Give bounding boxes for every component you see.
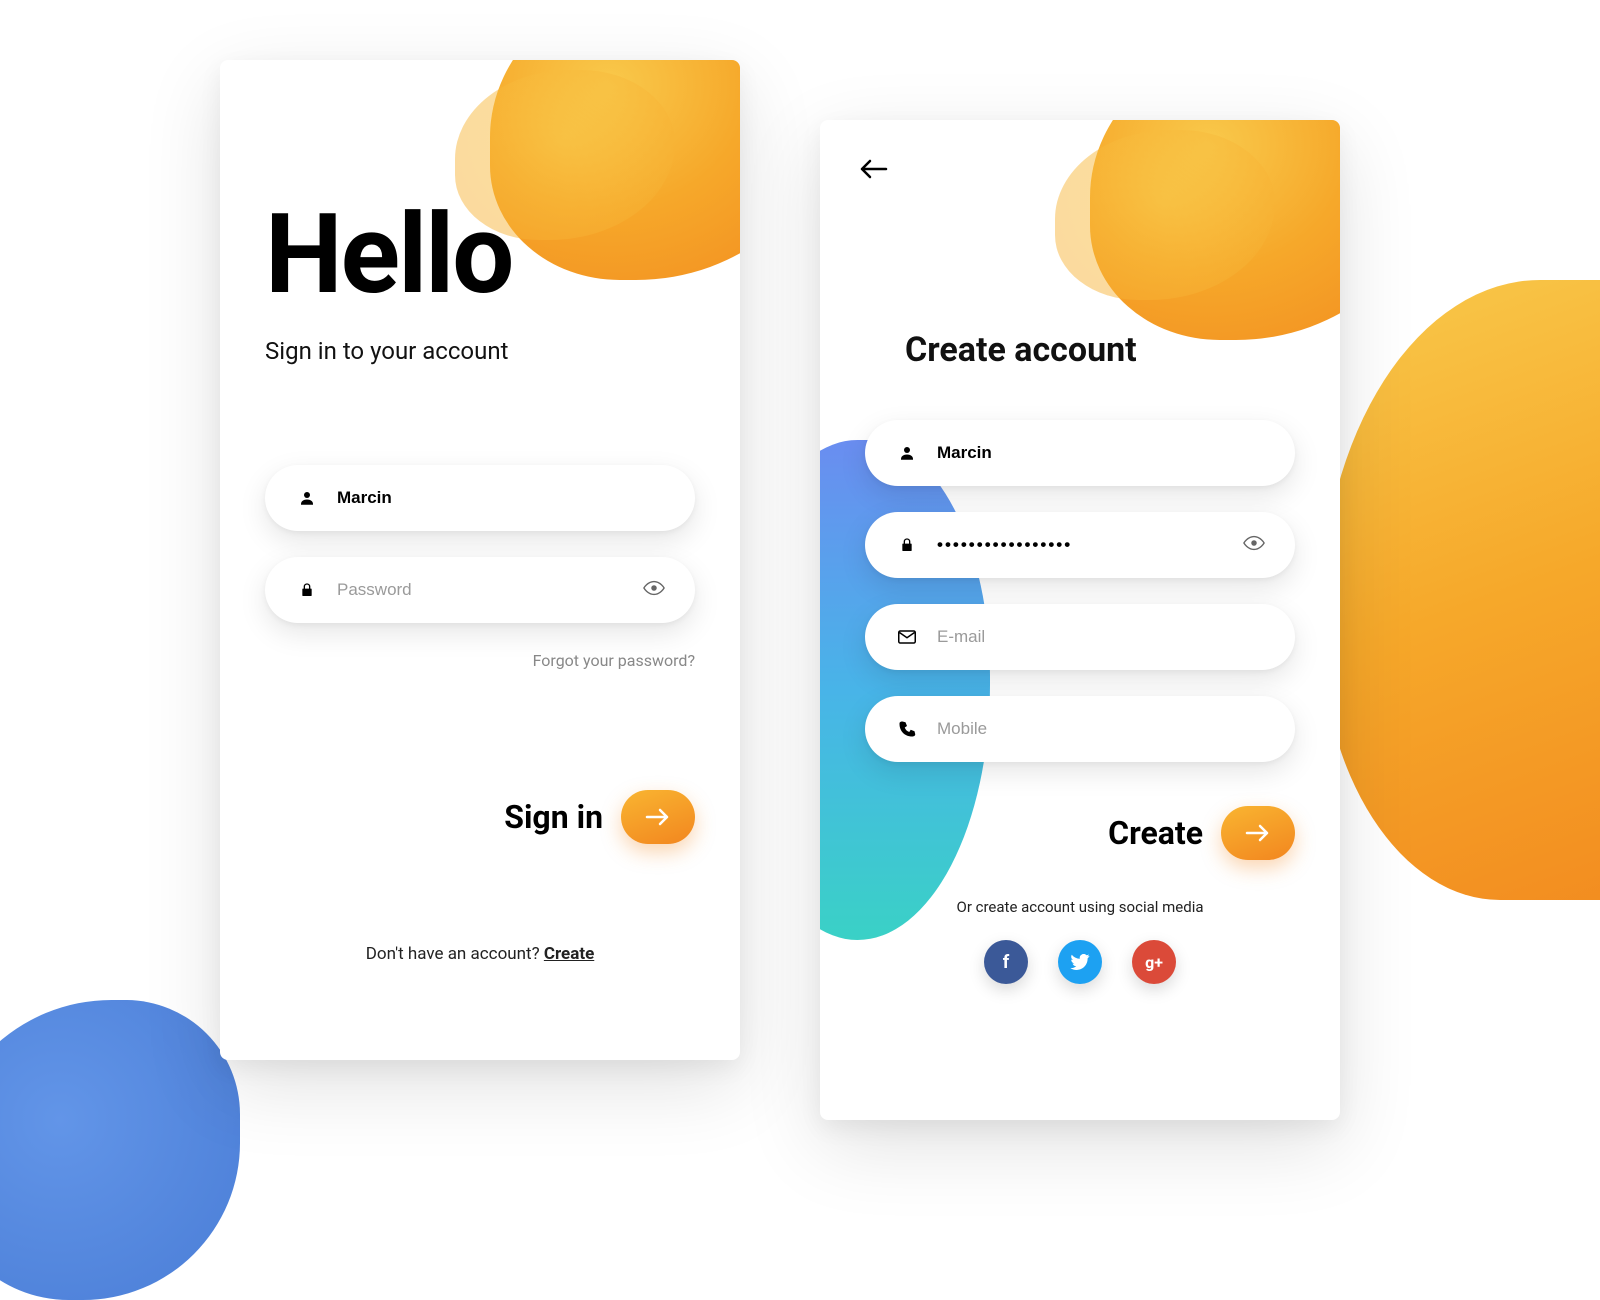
googleplus-button[interactable]: g+ [1132, 940, 1176, 984]
twitter-icon [1070, 954, 1090, 970]
phone-icon [895, 720, 919, 738]
person-icon [895, 444, 919, 462]
email-field[interactable] [865, 604, 1295, 670]
eye-icon[interactable] [1243, 535, 1265, 555]
signin-button[interactable] [621, 790, 695, 844]
eye-icon[interactable] [643, 580, 665, 600]
signup-password-field[interactable] [865, 512, 1295, 578]
signup-password-input[interactable] [937, 535, 1243, 555]
back-button[interactable] [858, 158, 888, 184]
create-action-label: Create [1108, 814, 1203, 852]
name-input[interactable] [937, 443, 1265, 463]
signin-screen: Hello Sign in to your account Forgot you… [220, 60, 740, 1060]
signin-footer: Don't have an account? Create [265, 944, 695, 964]
signin-subtitle: Sign in to your account [265, 337, 695, 365]
arrow-right-icon [645, 807, 671, 827]
lock-icon [895, 536, 919, 554]
name-field[interactable] [865, 420, 1295, 486]
password-field[interactable] [265, 557, 695, 623]
arrow-right-icon [1245, 823, 1271, 843]
signup-screen: Create account [820, 120, 1340, 1120]
social-prompt: Or create account using social media [865, 898, 1295, 916]
forgot-password-link[interactable]: Forgot your password? [265, 651, 695, 670]
username-field[interactable] [265, 465, 695, 531]
bg-blob-left [0, 1000, 240, 1300]
facebook-button[interactable]: f [984, 940, 1028, 984]
twitter-button[interactable] [1058, 940, 1102, 984]
signin-title: Hello [265, 190, 695, 319]
decorative-blob-orange [1090, 120, 1340, 340]
create-button[interactable] [1221, 806, 1295, 860]
footer-text: Don't have an account? [366, 944, 544, 964]
mail-icon [895, 630, 919, 644]
email-input[interactable] [937, 627, 1265, 647]
lock-icon [295, 581, 319, 599]
signup-title: Create account [865, 330, 1295, 370]
username-input[interactable] [337, 488, 665, 508]
mobile-input[interactable] [937, 719, 1265, 739]
person-icon [295, 489, 319, 507]
bg-blob-right [1320, 280, 1600, 900]
create-account-link[interactable]: Create [544, 944, 594, 964]
password-input[interactable] [337, 580, 643, 600]
signin-action-label: Sign in [504, 798, 603, 836]
mobile-field[interactable] [865, 696, 1295, 762]
